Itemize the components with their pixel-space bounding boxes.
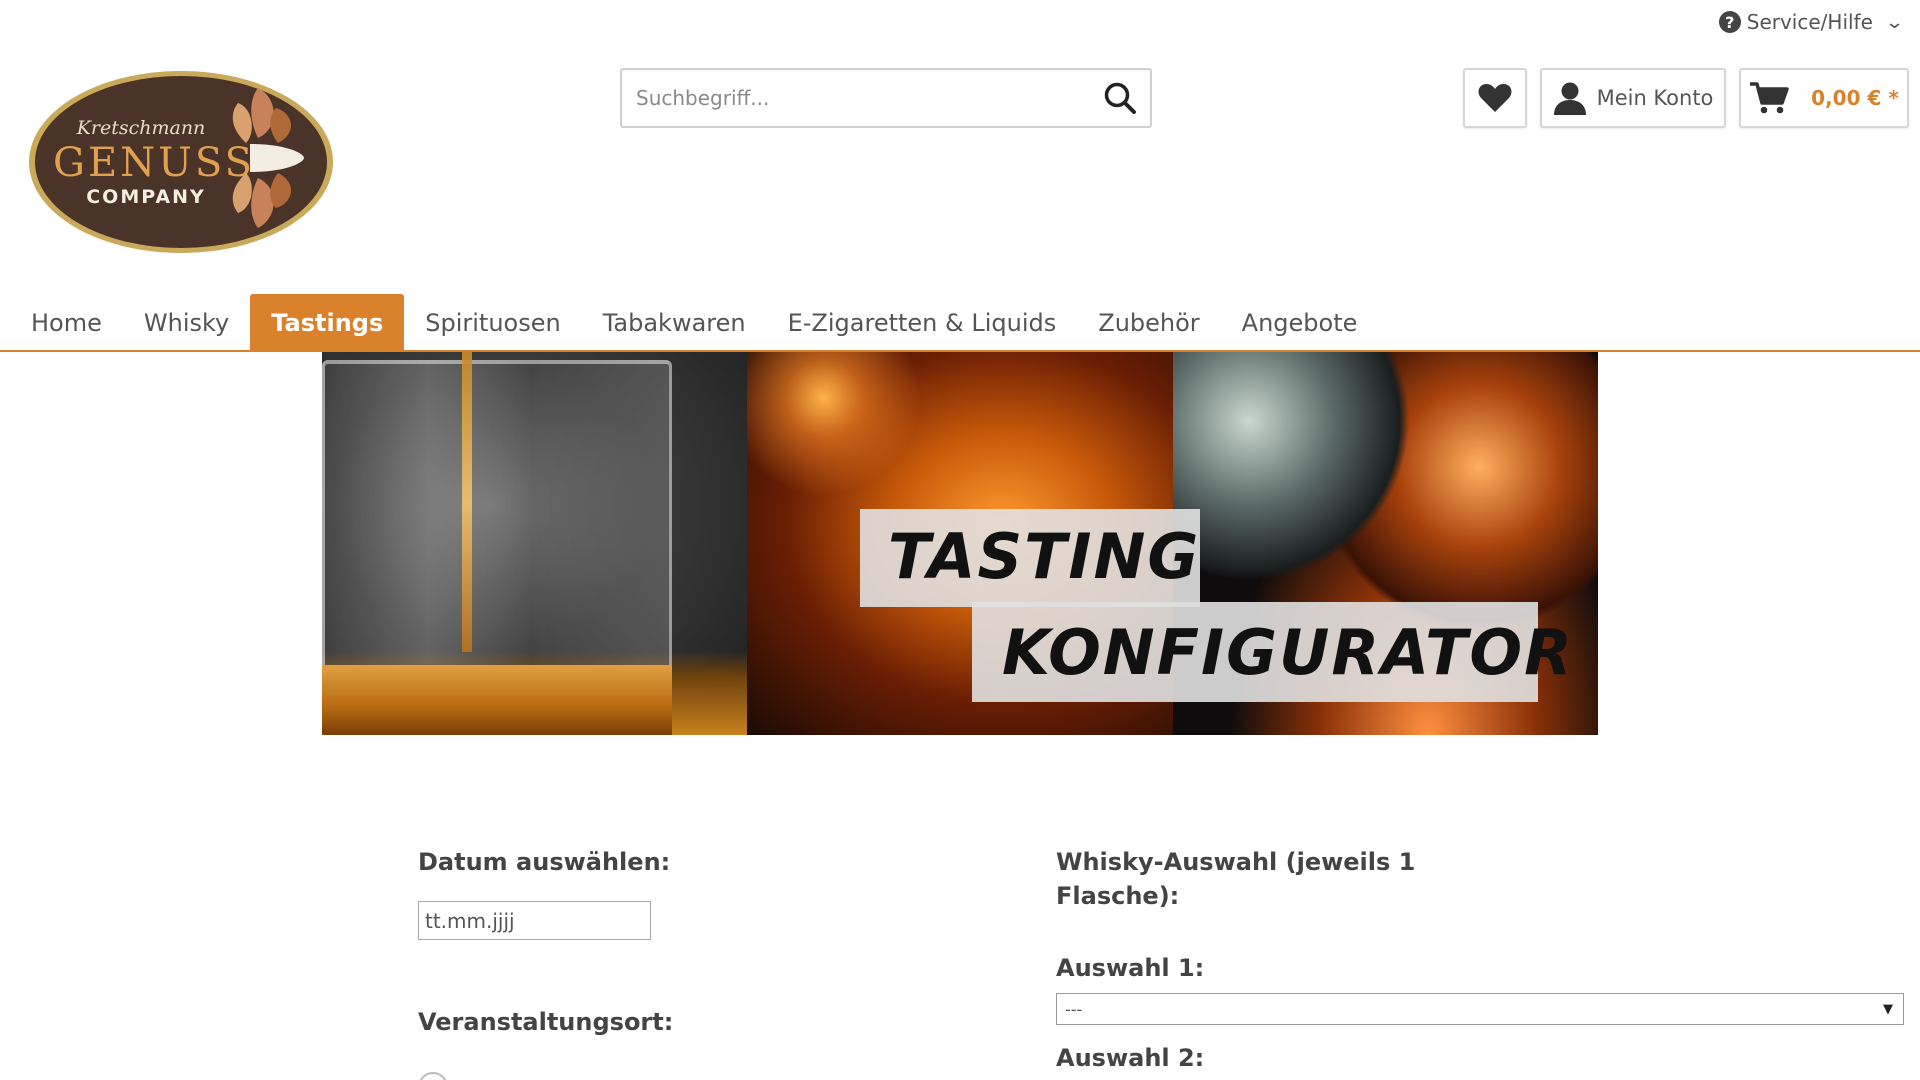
service-help-label: Service/Hilfe xyxy=(1746,10,1873,34)
service-help-menu[interactable]: ? Service/Hilfe ⌄ xyxy=(1718,10,1905,34)
nav-item-whisky[interactable]: Whisky xyxy=(123,294,250,352)
choice-1-select[interactable]: --- ▼ xyxy=(1056,993,1904,1025)
choice-1-value: --- xyxy=(1065,999,1083,1019)
search-icon xyxy=(1104,82,1136,114)
date-label: Datum auswählen: xyxy=(418,848,671,876)
cart-amount: 0,00 € * xyxy=(1811,86,1899,110)
whisky-selection-label-line1: Whisky-Auswahl (jeweils 1 xyxy=(1056,848,1416,876)
nav-item-tabakwaren[interactable]: Tabakwaren xyxy=(582,294,767,352)
banner-title-line2: KONFIGURATOR xyxy=(1002,616,1574,689)
logo-script-text: Kretschmann xyxy=(76,117,206,139)
choice-1-label: Auswahl 1: xyxy=(1056,954,1205,982)
banner-title-line1: TASTING xyxy=(888,520,1201,593)
dropdown-arrow-icon: ▼ xyxy=(1883,1001,1893,1017)
help-icon: ? xyxy=(1718,11,1741,33)
genuss-company-logo[interactable]: Kretschmann GENUSS COMPANY xyxy=(26,68,336,256)
user-icon xyxy=(1553,82,1586,115)
search-input[interactable] xyxy=(622,86,1090,110)
nav-item-angebote[interactable]: Angebote xyxy=(1221,294,1379,352)
nav-item-home[interactable]: Home xyxy=(10,294,123,352)
date-input[interactable] xyxy=(418,901,651,940)
whisky-liquid xyxy=(322,665,672,735)
cart-button[interactable]: 0,00 € * xyxy=(1739,68,1909,128)
nav-item-tastings[interactable]: Tastings xyxy=(250,294,405,352)
venue-radio-option[interactable] xyxy=(418,1072,448,1080)
heart-icon xyxy=(1478,84,1512,112)
choice-2-label: Auswahl 2: xyxy=(1056,1044,1205,1072)
cart-icon xyxy=(1750,82,1789,114)
search-button[interactable] xyxy=(1090,70,1150,126)
tasting-konfigurator-banner: TASTING KONFIGURATOR xyxy=(322,352,1598,735)
chevron-down-icon: ⌄ xyxy=(1884,11,1905,33)
logo-sub-text: COMPANY xyxy=(86,186,206,208)
account-button[interactable]: Mein Konto xyxy=(1540,68,1726,128)
whisky-pour xyxy=(462,352,472,652)
whisky-selection-label-line2: Flasche): xyxy=(1056,882,1180,910)
logo-word-text: GENUSS xyxy=(53,140,255,186)
venue-label: Veranstaltungsort: xyxy=(418,1008,674,1036)
nav-item-e-zigaretten[interactable]: E-Zigaretten & Liquids xyxy=(767,294,1078,352)
nav-item-spirituosen[interactable]: Spirituosen xyxy=(404,294,581,352)
banner-photo-glass xyxy=(322,352,747,735)
main-navigation: Home Whisky Tastings Spirituosen Tabakwa… xyxy=(0,294,1920,352)
wishlist-button[interactable] xyxy=(1463,68,1527,128)
search-bar xyxy=(620,68,1152,128)
logo-graphic: Kretschmann GENUSS COMPANY xyxy=(29,71,333,253)
account-label: Mein Konto xyxy=(1596,86,1714,110)
nav-item-zubehoer[interactable]: Zubehör xyxy=(1077,294,1220,352)
